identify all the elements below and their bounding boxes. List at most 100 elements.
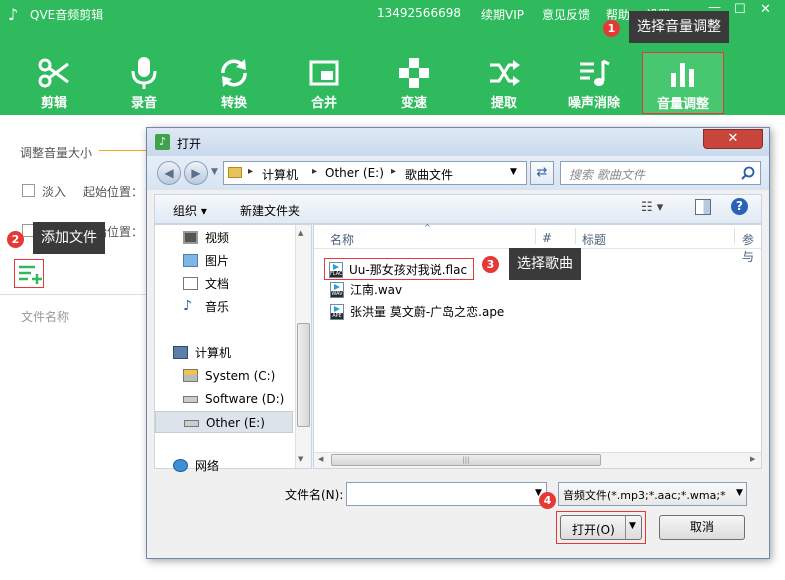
nav-item-drive-e[interactable]: Other (E:) bbox=[155, 411, 293, 433]
view-menu-icon[interactable]: ☷ ▾ bbox=[641, 200, 663, 215]
open-file-dialog: ♪ 打开 ✕ ◀ ▶ ▼ ▸ 计算机 ▸ Other (E:) ▸ 歌曲文件 ▼… bbox=[146, 127, 770, 559]
dialog-app-icon: ♪ bbox=[155, 134, 170, 150]
callout-badge-1: 1 bbox=[603, 20, 620, 37]
app-title: QVE音频剪辑 bbox=[30, 8, 104, 22]
breadcrumb-drive[interactable]: Other (E:) bbox=[325, 166, 384, 180]
nav-item-computer[interactable]: 计算机 bbox=[145, 342, 285, 364]
help-icon[interactable]: ? bbox=[731, 198, 748, 215]
preview-pane-icon[interactable] bbox=[695, 199, 711, 215]
column-header-row: 名称 ^ # 标题 参与 bbox=[314, 223, 761, 264]
scissors-icon bbox=[38, 58, 69, 88]
nav-item-network[interactable]: 网络 bbox=[145, 455, 285, 477]
breadcrumb-computer[interactable]: 计算机 bbox=[262, 166, 298, 183]
col-name[interactable]: 名称 bbox=[330, 231, 354, 248]
history-dropdown-icon[interactable]: ▼ bbox=[211, 167, 218, 177]
feedback-link[interactable]: 意见反馈 bbox=[542, 6, 590, 23]
tool-convert[interactable]: 转换 bbox=[193, 52, 275, 114]
file-row-2[interactable]: WAV 江南.wav bbox=[330, 279, 530, 301]
tool-speed-label: 变速 bbox=[400, 96, 427, 111]
file-name-2: 江南.wav bbox=[350, 283, 403, 297]
filename-label: 文件名(N): bbox=[285, 488, 344, 502]
tool-extract[interactable]: 提取 bbox=[463, 52, 545, 114]
add-file-button[interactable] bbox=[14, 259, 44, 288]
renew-vip-link[interactable]: 续期VIP bbox=[481, 6, 524, 23]
col-title[interactable]: 标题 bbox=[582, 231, 606, 248]
tool-volume-label: 音量调整 bbox=[656, 97, 709, 112]
tool-merge[interactable]: 合并 bbox=[283, 52, 365, 114]
nav-scrollbar[interactable]: ▲ ▼ bbox=[295, 225, 311, 468]
nav-item-drive-c[interactable]: System (C:) bbox=[155, 365, 295, 387]
file-name-header: 文件名称 bbox=[21, 310, 70, 324]
file-scroll-thumb[interactable]: ||| bbox=[331, 454, 601, 466]
navigation-pane: 视频 图片 文档 ♪ 音乐 计算机 System (C:) Software (D… bbox=[154, 224, 312, 473]
convert-icon bbox=[221, 59, 247, 87]
new-folder-button[interactable]: 新建文件夹 bbox=[240, 202, 300, 219]
add-list-icon bbox=[19, 265, 42, 284]
file-type-value: 音频文件(*.mp3;*.aac;*.wma;* bbox=[563, 489, 726, 502]
dialog-close-button[interactable]: ✕ bbox=[703, 129, 763, 149]
open-button[interactable]: 打开(O) ▼ bbox=[560, 515, 642, 540]
callout-badge-3: 3 bbox=[482, 256, 499, 273]
tool-speed[interactable]: 变速 bbox=[373, 52, 455, 114]
close-icon[interactable]: ✕ bbox=[760, 2, 771, 17]
file-type-dropdown-icon: ▼ bbox=[736, 488, 743, 498]
callout-badge-4: 4 bbox=[539, 492, 556, 509]
breadcrumb-folder[interactable]: 歌曲文件 bbox=[405, 166, 453, 183]
maximize-icon[interactable]: ☐ bbox=[734, 2, 746, 17]
volume-icon bbox=[671, 63, 694, 87]
file-row-1[interactable]: FLAC Uu-那女孩对我说.flac bbox=[324, 258, 474, 280]
search-input[interactable]: 搜索 歌曲文件 bbox=[560, 161, 761, 185]
fade-in-label: 淡入 bbox=[42, 185, 67, 199]
nav-item-videos[interactable]: 视频 bbox=[155, 227, 295, 249]
tool-record[interactable]: 录音 bbox=[103, 52, 185, 114]
col-number[interactable]: # bbox=[542, 231, 552, 245]
nav-item-music[interactable]: ♪ 音乐 bbox=[155, 296, 295, 318]
fade-in-checkbox[interactable] bbox=[22, 184, 35, 197]
ape-file-icon: APE bbox=[330, 304, 344, 320]
music-note-icon: ♪ bbox=[8, 5, 19, 24]
denoise-icon bbox=[580, 59, 610, 86]
extract-icon bbox=[490, 60, 520, 86]
tool-denoise[interactable]: 噪声消除 bbox=[553, 52, 635, 114]
open-button-label: 打开(O) bbox=[572, 523, 615, 537]
sort-arrow-icon: ^ bbox=[424, 223, 431, 232]
document-icon bbox=[183, 277, 198, 290]
file-name-3: 张洪量 莫文蔚-广岛之恋.ape bbox=[350, 305, 505, 319]
video-icon bbox=[183, 231, 198, 244]
tool-denoise-label: 噪声消除 bbox=[567, 96, 620, 111]
drive-icon bbox=[183, 396, 198, 403]
nav-item-documents[interactable]: 文档 bbox=[155, 273, 295, 295]
callout-text-1: 选择音量调整 bbox=[629, 11, 729, 43]
search-placeholder: 搜索 歌曲文件 bbox=[569, 168, 645, 182]
wav-file-icon: WAV bbox=[330, 282, 344, 298]
chevron-right-icon: ▸ bbox=[312, 166, 318, 177]
merge-icon bbox=[309, 60, 339, 86]
tool-cut[interactable]: 剪辑 bbox=[13, 52, 95, 114]
back-icon[interactable]: ◀ bbox=[157, 161, 181, 185]
forward-icon[interactable]: ▶ bbox=[184, 161, 208, 185]
organize-menu[interactable]: 组织 ▾ bbox=[173, 202, 207, 219]
col-contributing[interactable]: 参与 bbox=[742, 231, 761, 265]
nav-item-drive-d[interactable]: Software (D:) bbox=[155, 388, 295, 410]
refresh-icon[interactable]: ⇄ bbox=[530, 161, 554, 185]
tool-extract-label: 提取 bbox=[490, 96, 517, 111]
file-type-select[interactable]: 音频文件(*.mp3;*.aac;*.wma;* ▼ bbox=[558, 482, 747, 506]
drive-icon bbox=[184, 420, 199, 427]
filename-input[interactable]: ▼ bbox=[346, 482, 547, 506]
file-row-3[interactable]: APE 张洪量 莫文蔚-广岛之恋.ape bbox=[330, 301, 550, 323]
nav-item-pictures[interactable]: 图片 bbox=[155, 250, 295, 272]
address-bar[interactable]: ▸ 计算机 ▸ Other (E:) ▸ 歌曲文件 ▼ bbox=[223, 161, 527, 185]
open-dropdown-icon[interactable]: ▼ bbox=[629, 521, 636, 531]
tool-volume[interactable]: 音量调整 bbox=[642, 52, 724, 114]
tool-cut-label: 剪辑 bbox=[40, 96, 67, 111]
file-hscrollbar[interactable]: ◀ ||| ▶ bbox=[314, 452, 761, 468]
address-row: ◀ ▶ ▼ ▸ 计算机 ▸ Other (E:) ▸ 歌曲文件 ▼ ⇄ 搜索 歌… bbox=[147, 156, 769, 190]
picture-icon bbox=[183, 254, 198, 267]
fade-in-start-label: 起始位置： bbox=[83, 185, 144, 199]
nav-scroll-thumb[interactable] bbox=[297, 323, 310, 427]
callout-text-3: 选择歌曲 bbox=[509, 248, 581, 280]
cancel-button[interactable]: 取消 bbox=[659, 515, 745, 540]
command-bar: 组织 ▾ 新建文件夹 ☷ ▾ ? bbox=[154, 194, 762, 224]
phone-number: 13492566698 bbox=[377, 6, 461, 20]
address-dropdown-icon[interactable]: ▼ bbox=[510, 167, 517, 177]
